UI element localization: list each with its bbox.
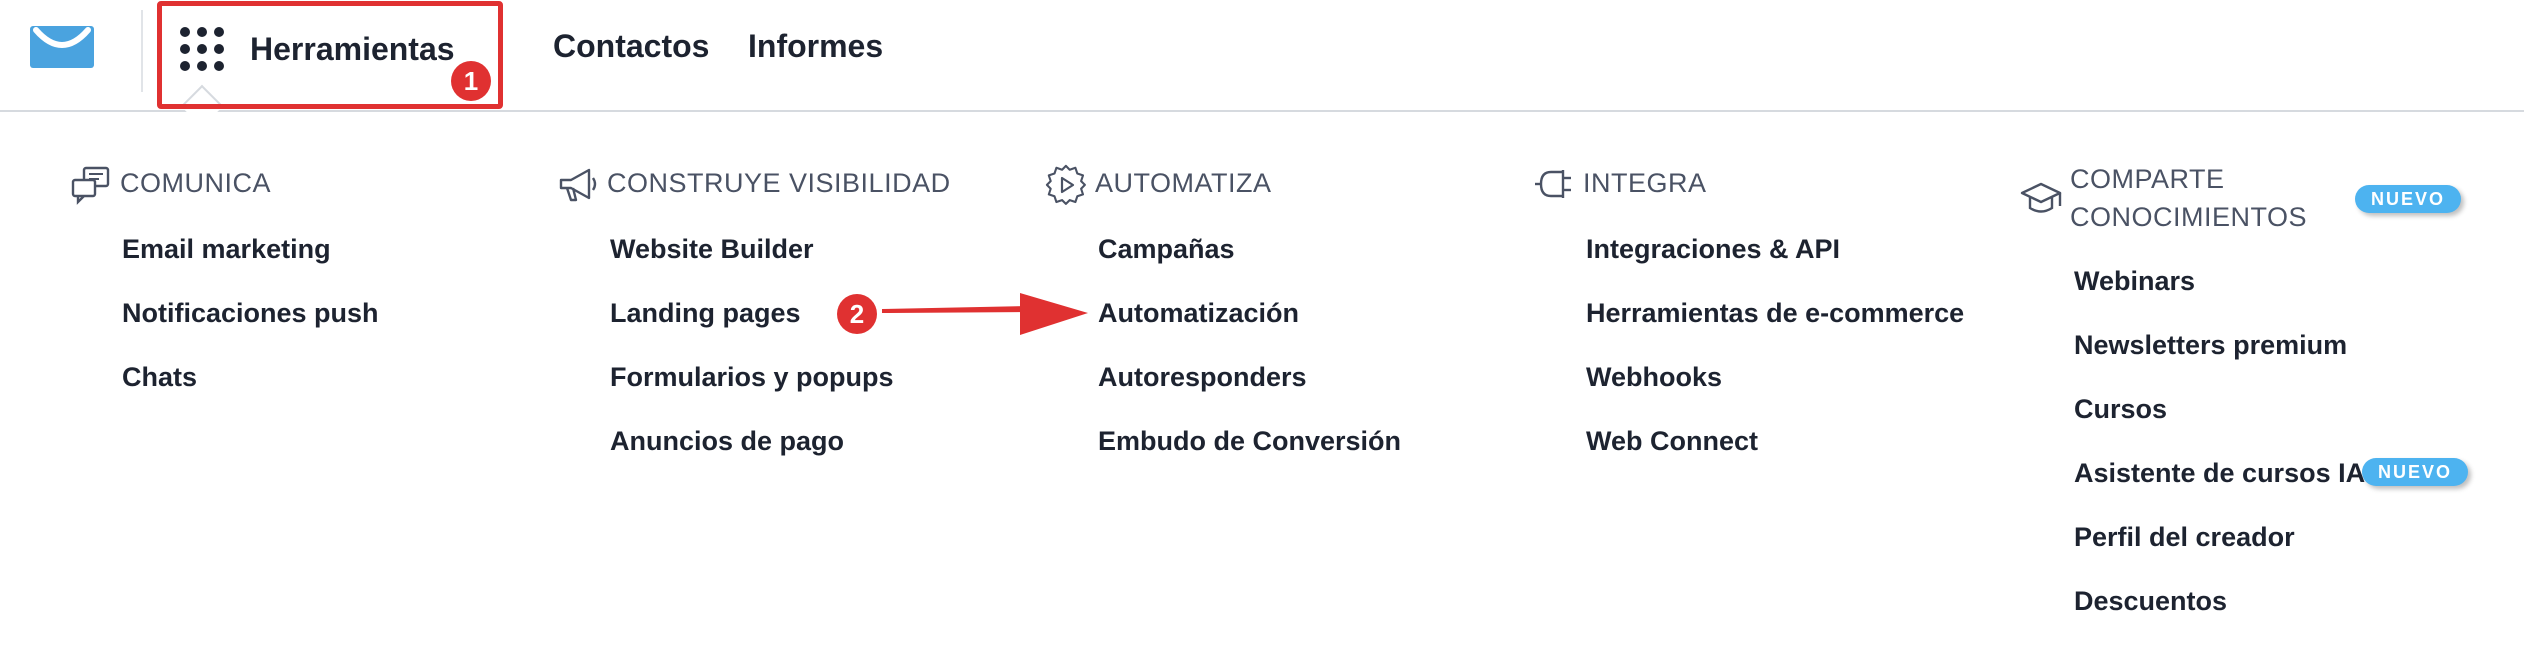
- nav-contacts[interactable]: Contactos: [553, 28, 709, 65]
- section-automate-header: AUTOMATIZA: [1045, 164, 1272, 206]
- section-knowledge-title: COMPARTE CONOCIMIENTOS: [2070, 160, 2307, 236]
- menu-link-creator-profile[interactable]: Perfil del creador: [2074, 522, 2295, 553]
- section-integrate-header: INTEGRA: [1533, 164, 1707, 206]
- new-badge-knowledge: NUEVO: [2355, 185, 2462, 213]
- section-knowledge-title-line1: COMPARTE: [2070, 164, 2225, 194]
- section-automate-title: AUTOMATIZA: [1095, 168, 1272, 198]
- envelope-logo-icon[interactable]: [30, 24, 94, 70]
- nav-reports-label: Informes: [748, 28, 884, 64]
- pointer-arrow-icon: [882, 293, 1088, 335]
- menu-link-landing-pages[interactable]: Landing pages: [610, 298, 801, 329]
- menu-link-web-connect[interactable]: Web Connect: [1586, 426, 1758, 457]
- menu-link-forms-popups[interactable]: Formularios y popups: [610, 362, 894, 393]
- menu-link-email-marketing[interactable]: Email marketing: [122, 234, 331, 265]
- menu-link-discounts[interactable]: Descuentos: [2074, 586, 2227, 617]
- graduation-cap-icon: [2020, 182, 2062, 213]
- menu-link-webhooks[interactable]: Webhooks: [1586, 362, 1722, 393]
- menu-link-campaigns[interactable]: Campañas: [1098, 234, 1235, 265]
- menu-link-ai-course-assistant[interactable]: Asistente de cursos IA: [2074, 458, 2365, 489]
- nav-contacts-label: Contactos: [553, 28, 710, 64]
- menu-link-paid-ads[interactable]: Anuncios de pago: [610, 426, 844, 457]
- menu-link-integrations-api[interactable]: Integraciones & API: [1586, 234, 1840, 265]
- megaphone-icon: [559, 168, 597, 202]
- menu-link-push-notifications[interactable]: Notificaciones push: [122, 298, 379, 329]
- chat-bubbles-icon: [71, 166, 110, 205]
- section-communicate-title: COMUNICA: [120, 168, 271, 198]
- menu-link-courses[interactable]: Cursos: [2074, 394, 2167, 425]
- menu-link-ecommerce-tools[interactable]: Herramientas de e-commerce: [1586, 298, 1964, 329]
- section-communicate-header: COMUNICA: [70, 164, 271, 206]
- section-knowledge-title-line2: CONOCIMIENTOS: [2070, 202, 2308, 232]
- plug-icon: [1535, 170, 1571, 198]
- section-integrate-title: INTEGRA: [1583, 168, 1707, 198]
- step-1-badge: 1: [451, 61, 491, 101]
- menu-link-automation[interactable]: Automatización: [1098, 298, 1299, 329]
- gear-play-icon: [1045, 164, 1086, 205]
- highlight-box-tools: [157, 1, 503, 109]
- menu-link-conversion-funnel[interactable]: Embudo de Conversión: [1098, 426, 1401, 457]
- menu-link-webinars[interactable]: Webinars: [2074, 266, 2195, 297]
- menu-link-premium-newsletters[interactable]: Newsletters premium: [2074, 330, 2347, 361]
- menu-link-chats[interactable]: Chats: [122, 362, 197, 393]
- section-visibility-header: CONSTRUYE VISIBILIDAD: [557, 164, 951, 206]
- new-badge-ai-assistant: NUEVO: [2362, 458, 2469, 486]
- section-knowledge-header: COMPARTE CONOCIMIENTOS: [2020, 160, 2307, 236]
- nav-reports[interactable]: Informes: [748, 28, 883, 65]
- header-divider: [141, 10, 143, 92]
- section-visibility-title: CONSTRUYE VISIBILIDAD: [607, 168, 951, 198]
- menu-link-website-builder[interactable]: Website Builder: [610, 234, 814, 265]
- menu-link-autoresponders[interactable]: Autoresponders: [1098, 362, 1307, 393]
